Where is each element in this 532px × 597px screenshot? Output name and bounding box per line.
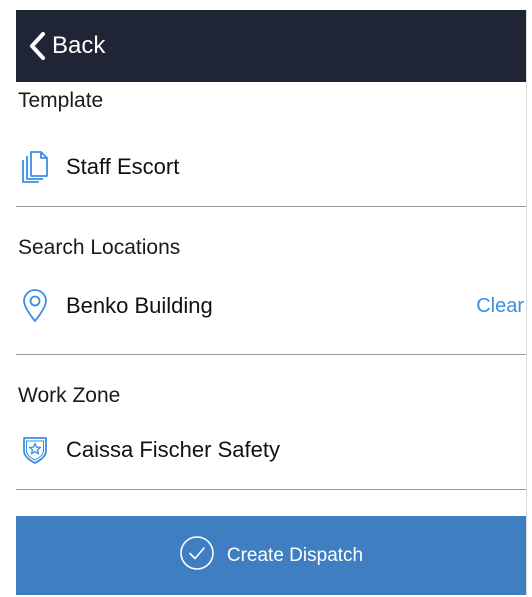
work-zone-value: Caissa Fischer Safety	[66, 437, 280, 462]
location-section: Search Locations Benko Building Clear	[16, 207, 526, 355]
back-label: Back	[52, 32, 106, 59]
map-pin-icon	[20, 289, 50, 322]
work-zone-section: Work Zone Caissa Fischer Safety	[16, 355, 526, 490]
location-label: Search Locations	[18, 236, 181, 259]
navigation-bar: Back	[16, 10, 526, 82]
template-section: Template Staff Escort	[16, 82, 526, 207]
shield-star-icon	[20, 435, 50, 465]
clear-location-button[interactable]: Clear	[476, 295, 524, 318]
documents-icon	[20, 151, 50, 183]
template-value: Staff Escort	[66, 154, 180, 179]
create-dispatch-label: Create Dispatch	[226, 544, 364, 566]
back-button[interactable]: Back	[28, 31, 105, 61]
template-selector[interactable]: Staff Escort	[16, 148, 526, 186]
template-label: Template	[18, 89, 104, 112]
location-selector[interactable]: Benko Building Clear	[16, 287, 526, 325]
chevron-left-icon	[28, 31, 46, 61]
create-dispatch-button[interactable]: Create Dispatch	[16, 516, 526, 595]
dispatch-form-screen: Back Template Staff Escort Search Locati…	[16, 10, 527, 595]
work-zone-selector[interactable]: Caissa Fischer Safety	[16, 431, 526, 469]
check-circle-icon	[179, 535, 215, 576]
work-zone-label: Work Zone	[18, 384, 121, 407]
location-value: Benko Building	[66, 293, 213, 318]
